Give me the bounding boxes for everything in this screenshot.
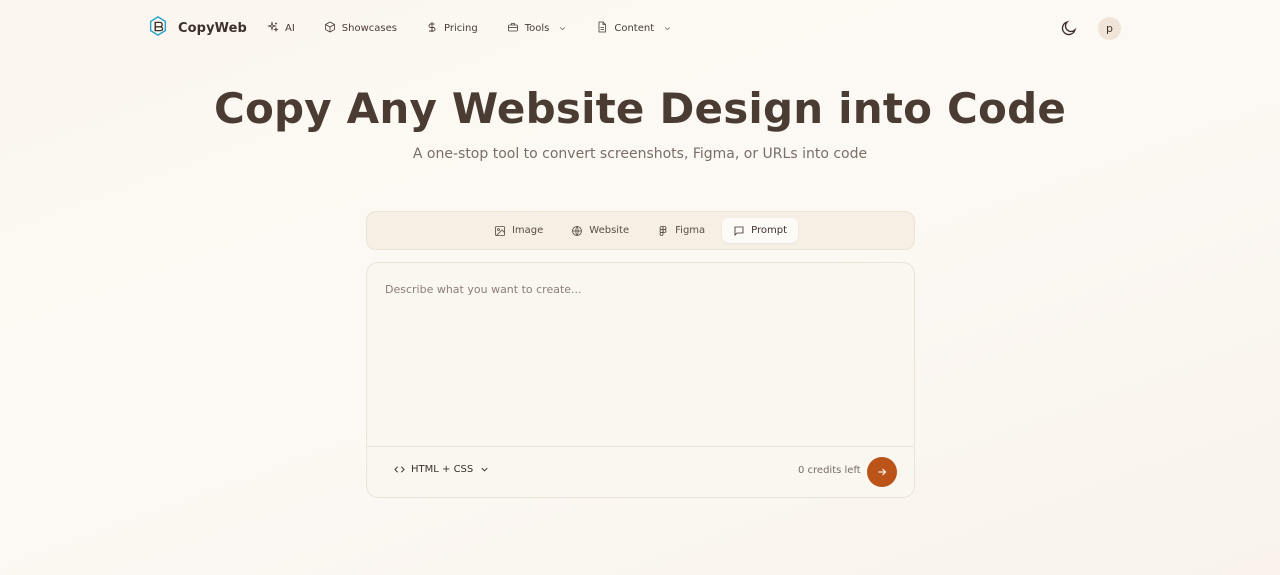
nav-item-tools[interactable]: Tools	[507, 21, 568, 36]
brand-name: CopyWeb	[178, 20, 247, 36]
prompt-card: HTML + CSS 0 credits left	[366, 262, 915, 498]
hero-title: Copy Any Website Design into Code	[213, 84, 1067, 133]
card-divider	[367, 446, 914, 447]
tab-label: Prompt	[751, 225, 788, 236]
nav-item-showcases[interactable]: Showcases	[324, 21, 397, 36]
dollar-icon	[426, 21, 438, 36]
tab-website[interactable]: Website	[560, 218, 640, 243]
globe-icon	[572, 225, 583, 236]
submit-button[interactable]	[867, 457, 897, 487]
user-avatar[interactable]: p	[1098, 17, 1121, 40]
main-nav: AI Showcases Pricing Tools Content	[266, 19, 701, 37]
nav-item-content[interactable]: Content	[596, 21, 672, 36]
nav-label: AI	[285, 22, 295, 34]
chevron-down-icon	[560, 26, 566, 30]
logo-icon	[147, 15, 169, 41]
tab-label: Website	[589, 225, 630, 236]
tab-label: Image	[511, 225, 544, 236]
nav-item-pricing[interactable]: Pricing	[426, 21, 478, 36]
chevron-down-icon	[481, 467, 488, 472]
top-header: CopyWeb AI Showcases Pricing Tools Conte…	[0, 0, 1280, 56]
prompt-textarea[interactable]	[367, 263, 914, 445]
tab-label: Figma	[675, 225, 706, 236]
output-format-label: HTML + CSS	[411, 464, 474, 475]
input-mode-tabs: Image Website Figma Prompt	[366, 211, 915, 250]
theme-toggle-button[interactable]	[1060, 19, 1078, 37]
nav-item-ai[interactable]: AI	[266, 20, 295, 36]
tab-figma[interactable]: Figma	[646, 218, 716, 243]
document-icon	[596, 21, 608, 36]
toolbox-icon	[507, 21, 519, 36]
chat-icon	[734, 226, 744, 236]
brand-logo-link[interactable]: CopyWeb	[147, 15, 247, 41]
chevron-down-icon	[665, 26, 671, 30]
figma-icon	[659, 225, 667, 236]
nav-label: Showcases	[341, 22, 397, 34]
tab-image[interactable]: Image	[483, 218, 554, 243]
image-icon	[495, 225, 505, 236]
credits-remaining: 0 credits left	[798, 465, 861, 476]
nav-label: Pricing	[443, 22, 478, 34]
code-icon	[394, 466, 405, 473]
moon-icon	[1061, 20, 1077, 36]
nav-label: Content	[614, 22, 655, 34]
nav-label: Tools	[524, 22, 550, 34]
box-icon	[324, 21, 336, 36]
output-format-select[interactable]: HTML + CSS	[394, 464, 490, 475]
tab-prompt[interactable]: Prompt	[722, 218, 799, 243]
hero-subtitle: A one-stop tool to convert screenshots, …	[412, 146, 868, 162]
arrow-right-icon	[878, 468, 887, 476]
sparkles-icon	[266, 20, 279, 36]
